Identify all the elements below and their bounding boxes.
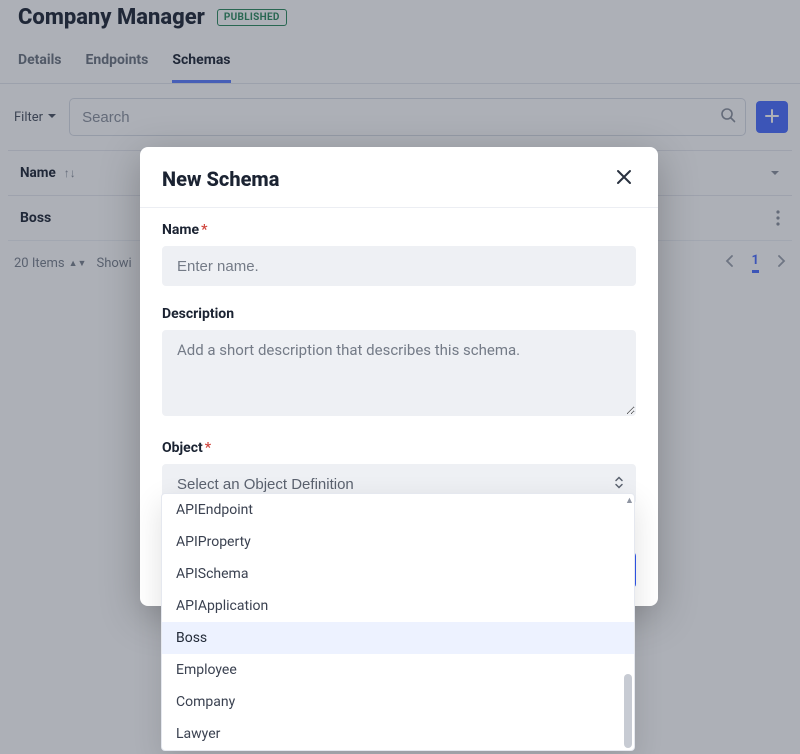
scrollbar[interactable]: ▲ <box>624 496 632 748</box>
description-label: Description <box>162 306 636 322</box>
object-option[interactable]: APIApplication <box>162 590 634 622</box>
name-input[interactable] <box>162 246 636 286</box>
required-asterisk: * <box>201 222 207 238</box>
object-option[interactable]: APIEndpoint <box>162 494 634 526</box>
modal-title: New Schema <box>162 167 279 191</box>
select-caret-icon <box>614 475 624 494</box>
object-option[interactable]: Employee <box>162 654 634 686</box>
object-option[interactable]: APIProperty <box>162 526 634 558</box>
description-textarea[interactable] <box>162 330 636 416</box>
close-icon <box>616 170 632 189</box>
close-button[interactable] <box>612 165 636 193</box>
object-label-text: Object <box>162 440 203 456</box>
object-option[interactable]: Boss <box>162 622 634 654</box>
object-option[interactable]: Lawyer <box>162 718 634 750</box>
required-asterisk: * <box>205 440 211 456</box>
object-option[interactable]: APISchema <box>162 558 634 590</box>
name-label-text: Name <box>162 222 199 238</box>
object-option[interactable]: Company <box>162 686 634 718</box>
name-label: Name* <box>162 222 636 238</box>
scrollbar-thumb[interactable] <box>624 674 632 748</box>
object-select-placeholder: Select an Object Definition <box>177 476 354 493</box>
object-dropdown: APIEndpointAPIPropertyAPISchemaAPIApplic… <box>161 493 635 751</box>
object-label: Object* <box>162 440 636 456</box>
